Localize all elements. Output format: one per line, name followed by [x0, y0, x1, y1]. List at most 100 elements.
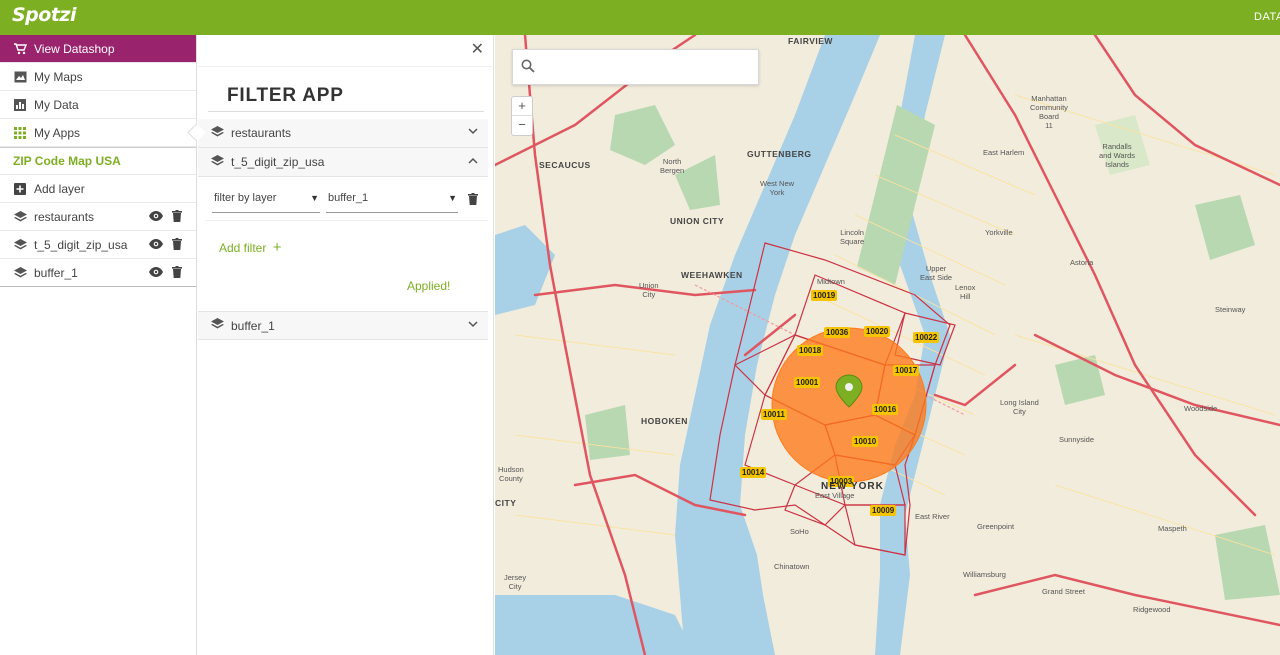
place-label: Lenox Hill: [955, 283, 976, 301]
zip-label[interactable]: 10018: [797, 345, 824, 356]
sidebar-item-label: My Apps: [34, 125, 81, 140]
place-label: Yorkville: [985, 228, 1013, 237]
zip-label[interactable]: 10010: [852, 436, 879, 447]
zip-label[interactable]: 10017: [893, 365, 920, 376]
zip-label[interactable]: 10020: [864, 326, 891, 337]
zip-label[interactable]: 10019: [811, 290, 838, 301]
filter-app-panel: ✕ FILTER APP restaurants t_5_digit_zip_u…: [198, 35, 494, 655]
datashop-link[interactable]: DATASHOP: [1254, 11, 1280, 23]
zip-label[interactable]: 10022: [913, 332, 940, 343]
zip-label[interactable]: 10001: [794, 377, 821, 388]
spotzi-logo[interactable]: Spotzi: [12, 4, 77, 26]
place-label: SECAUCUS: [539, 160, 591, 170]
accordion-label: buffer_1: [231, 318, 275, 333]
filter-type-select[interactable]: filter by layer ▼: [212, 187, 320, 213]
divider: [206, 220, 488, 221]
zoom-in-button[interactable]: +: [512, 97, 532, 116]
place-label: Grand Street: [1042, 587, 1085, 596]
apps-grid-icon: [13, 126, 27, 139]
place-label: HOBOKEN: [641, 416, 688, 426]
eye-icon[interactable]: [149, 266, 163, 281]
close-icon[interactable]: ✕: [471, 39, 484, 59]
sidebar-item-my-apps[interactable]: My Apps: [0, 119, 196, 147]
layer-row-buffer[interactable]: buffer_1: [0, 259, 196, 287]
place-label: Randalls and Wards Islands: [1099, 142, 1135, 169]
map-graphics: [495, 35, 1280, 655]
place-label: East Harlem: [983, 148, 1025, 157]
place-label: Long Island City: [1000, 398, 1039, 416]
sidebar-item-my-data[interactable]: My Data: [0, 91, 196, 119]
divider: [208, 111, 484, 112]
place-label: FAIRVIEW: [788, 36, 833, 46]
filter-layer-value: buffer_1: [328, 192, 369, 204]
accordion-buffer[interactable]: buffer_1: [198, 311, 488, 340]
trash-icon[interactable]: [468, 193, 478, 208]
place-label: East River: [915, 512, 950, 521]
add-filter-button[interactable]: Add filter +: [219, 239, 281, 256]
sidebar-item-label: View Datashop: [34, 41, 115, 56]
map-search-box[interactable]: [512, 49, 759, 85]
sidebar-item-view-datashop[interactable]: View Datashop: [0, 35, 196, 63]
add-layer-button[interactable]: Add layer: [0, 175, 196, 203]
panel-title: FILTER APP: [227, 85, 344, 106]
trash-icon[interactable]: [172, 238, 182, 253]
place-label: Maspeth: [1158, 524, 1187, 533]
zoom-out-button[interactable]: −: [512, 116, 532, 135]
place-label: West New York: [760, 179, 795, 197]
layers-icon: [13, 266, 27, 279]
place-label: GUTTENBERG: [747, 149, 812, 159]
accordion-zip[interactable]: t_5_digit_zip_usa: [198, 148, 488, 177]
place-label: Sunnyside: [1059, 435, 1095, 444]
map-canvas[interactable]: 10019 10036 10020 10022 10018 10017 1000…: [495, 35, 1280, 655]
zip-label[interactable]: 10016: [872, 404, 899, 415]
zip-label[interactable]: 10014: [740, 467, 767, 478]
place-label: Steinway: [1215, 305, 1246, 314]
top-bar: Spotzi DATASHOP: [0, 0, 1280, 35]
maps-icon: [13, 71, 27, 83]
eye-icon[interactable]: [149, 238, 163, 253]
place-label: Ridgewood: [1133, 605, 1171, 614]
layers-icon: [211, 318, 224, 333]
layer-row-restaurants[interactable]: restaurants: [0, 203, 196, 231]
accordion-label: restaurants: [231, 126, 292, 140]
filter-layer-select[interactable]: buffer_1 ▼: [326, 187, 458, 213]
eye-icon[interactable]: [149, 210, 163, 225]
accordion-restaurants[interactable]: restaurants: [198, 119, 488, 148]
zip-label[interactable]: 10011: [761, 409, 787, 420]
status-text: Applied!: [407, 279, 451, 293]
chevron-down-icon: [468, 126, 478, 138]
map-title[interactable]: ZIP Code Map USA: [0, 147, 196, 175]
trash-icon[interactable]: [172, 210, 182, 225]
left-sidebar: View Datashop My Maps My Data My Apps ZI…: [0, 35, 197, 655]
layers-icon: [13, 210, 27, 223]
caret-down-icon: ▼: [310, 193, 319, 203]
place-label: Jersey City: [504, 573, 527, 591]
layer-label: buffer_1: [34, 265, 78, 280]
zip-label[interactable]: 10036: [824, 327, 851, 338]
zip-label[interactable]: 10009: [870, 505, 897, 516]
chevron-down-icon: [468, 319, 478, 331]
layer-row-zip[interactable]: t_5_digit_zip_usa: [0, 231, 196, 259]
place-label: Williamsburg: [963, 570, 1006, 579]
place-label: Midtown: [817, 277, 845, 286]
place-label: Manhattan Community Board 11: [1030, 94, 1068, 130]
plus-square-icon: [13, 182, 27, 195]
zoom-control: + −: [511, 96, 533, 136]
place-label: Woodside: [1184, 404, 1218, 413]
caret-down-icon: ▼: [448, 193, 457, 203]
accordion-label: t_5_digit_zip_usa: [231, 155, 325, 169]
layer-label: t_5_digit_zip_usa: [34, 237, 128, 252]
trash-icon[interactable]: [172, 266, 182, 281]
plus-icon: +: [272, 239, 282, 256]
place-label: SoHo: [790, 527, 809, 536]
layers-icon: [211, 154, 224, 170]
map-search-input[interactable]: [543, 56, 753, 78]
place-label: Upper East Side: [920, 264, 953, 282]
place-label: Union City: [639, 281, 659, 299]
place-label: Hudson County: [498, 465, 524, 483]
sidebar-item-my-maps[interactable]: My Maps: [0, 63, 196, 91]
divider: [198, 66, 494, 67]
place-label: UNION CITY: [670, 216, 725, 226]
layer-label: restaurants: [34, 209, 95, 224]
place-label: North Bergen: [660, 157, 685, 175]
